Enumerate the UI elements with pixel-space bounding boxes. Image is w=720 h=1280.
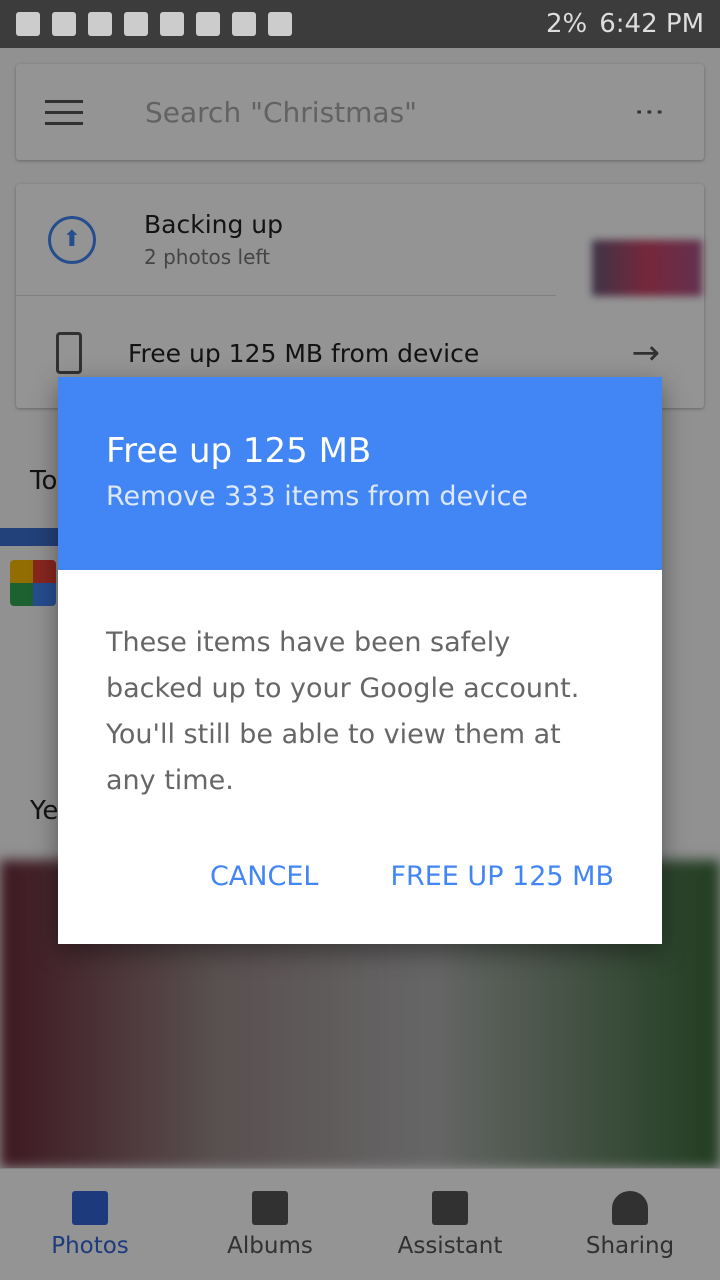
gallery-icon	[124, 12, 148, 36]
notification-icons	[16, 12, 40, 36]
cancel-button[interactable]: CANCEL	[210, 861, 318, 892]
status-bar: 2% 6:42 PM	[0, 0, 720, 48]
signal-icon	[268, 12, 292, 36]
dialog-subtitle: Remove 333 items from device	[106, 481, 529, 512]
confirm-free-up-button[interactable]: FREE UP 125 MB	[390, 861, 614, 892]
facebook-icon	[88, 12, 112, 36]
dialog-header: Free up 125 MB Remove 333 items from dev…	[58, 377, 662, 570]
dialog-title: Free up 125 MB	[106, 431, 372, 471]
alarm-icon	[196, 12, 220, 36]
clock: 6:42 PM	[599, 9, 704, 39]
wifi-icon	[232, 12, 256, 36]
email-icon	[160, 12, 184, 36]
youtube-icon	[52, 12, 76, 36]
battery-percent: 2%	[545, 9, 588, 39]
free-up-dialog: Free up 125 MB Remove 333 items from dev…	[58, 377, 662, 944]
dialog-body: These items have been safely backed up t…	[106, 627, 580, 796]
